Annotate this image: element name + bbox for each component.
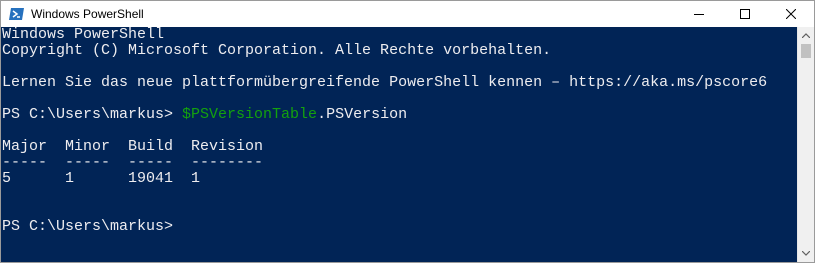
chevron-up-icon (802, 33, 810, 38)
table-row: 5 1 19041 1 (2, 170, 201, 187)
title-bar[interactable]: Windows PowerShell (1, 1, 814, 27)
command-line: PS C:\Users\markus> $PSVersionTable.PSVe… (1, 107, 797, 123)
console-info-line: Lernen Sie das neue plattformübergreifen… (2, 74, 768, 91)
close-icon (786, 9, 796, 19)
powershell-icon[interactable] (9, 6, 25, 22)
console-copyright-line: Copyright (C) Microsoft Corporation. All… (2, 42, 552, 59)
maximize-button[interactable] (722, 1, 768, 27)
minimize-icon (694, 14, 704, 15)
vertical-scrollbar[interactable] (797, 27, 814, 262)
console-output[interactable]: Windows PowerShell Copyright (C) Microso… (1, 27, 797, 262)
maximize-icon (740, 9, 750, 19)
table-header: Major Minor Build Revision (2, 138, 264, 155)
chevron-down-icon (802, 251, 810, 256)
console-header-line: Windows PowerShell (2, 27, 165, 43)
command-property: .PSVersion (317, 106, 408, 123)
command-variable: $PSVersionTable (182, 106, 318, 123)
prompt: PS C:\Users\markus> (2, 106, 183, 123)
scroll-thumb[interactable] (801, 44, 811, 58)
table-separator: ----- ----- ----- -------- (2, 154, 264, 171)
current-prompt[interactable]: PS C:\Users\markus> (1, 219, 797, 235)
minimize-button[interactable] (676, 1, 722, 27)
scroll-down-button[interactable] (798, 245, 814, 262)
window-title: Windows PowerShell (31, 7, 144, 21)
close-button[interactable] (768, 1, 814, 27)
scroll-up-button[interactable] (798, 27, 814, 44)
powershell-window: Windows PowerShell Windows PowerShell Co… (0, 0, 815, 263)
